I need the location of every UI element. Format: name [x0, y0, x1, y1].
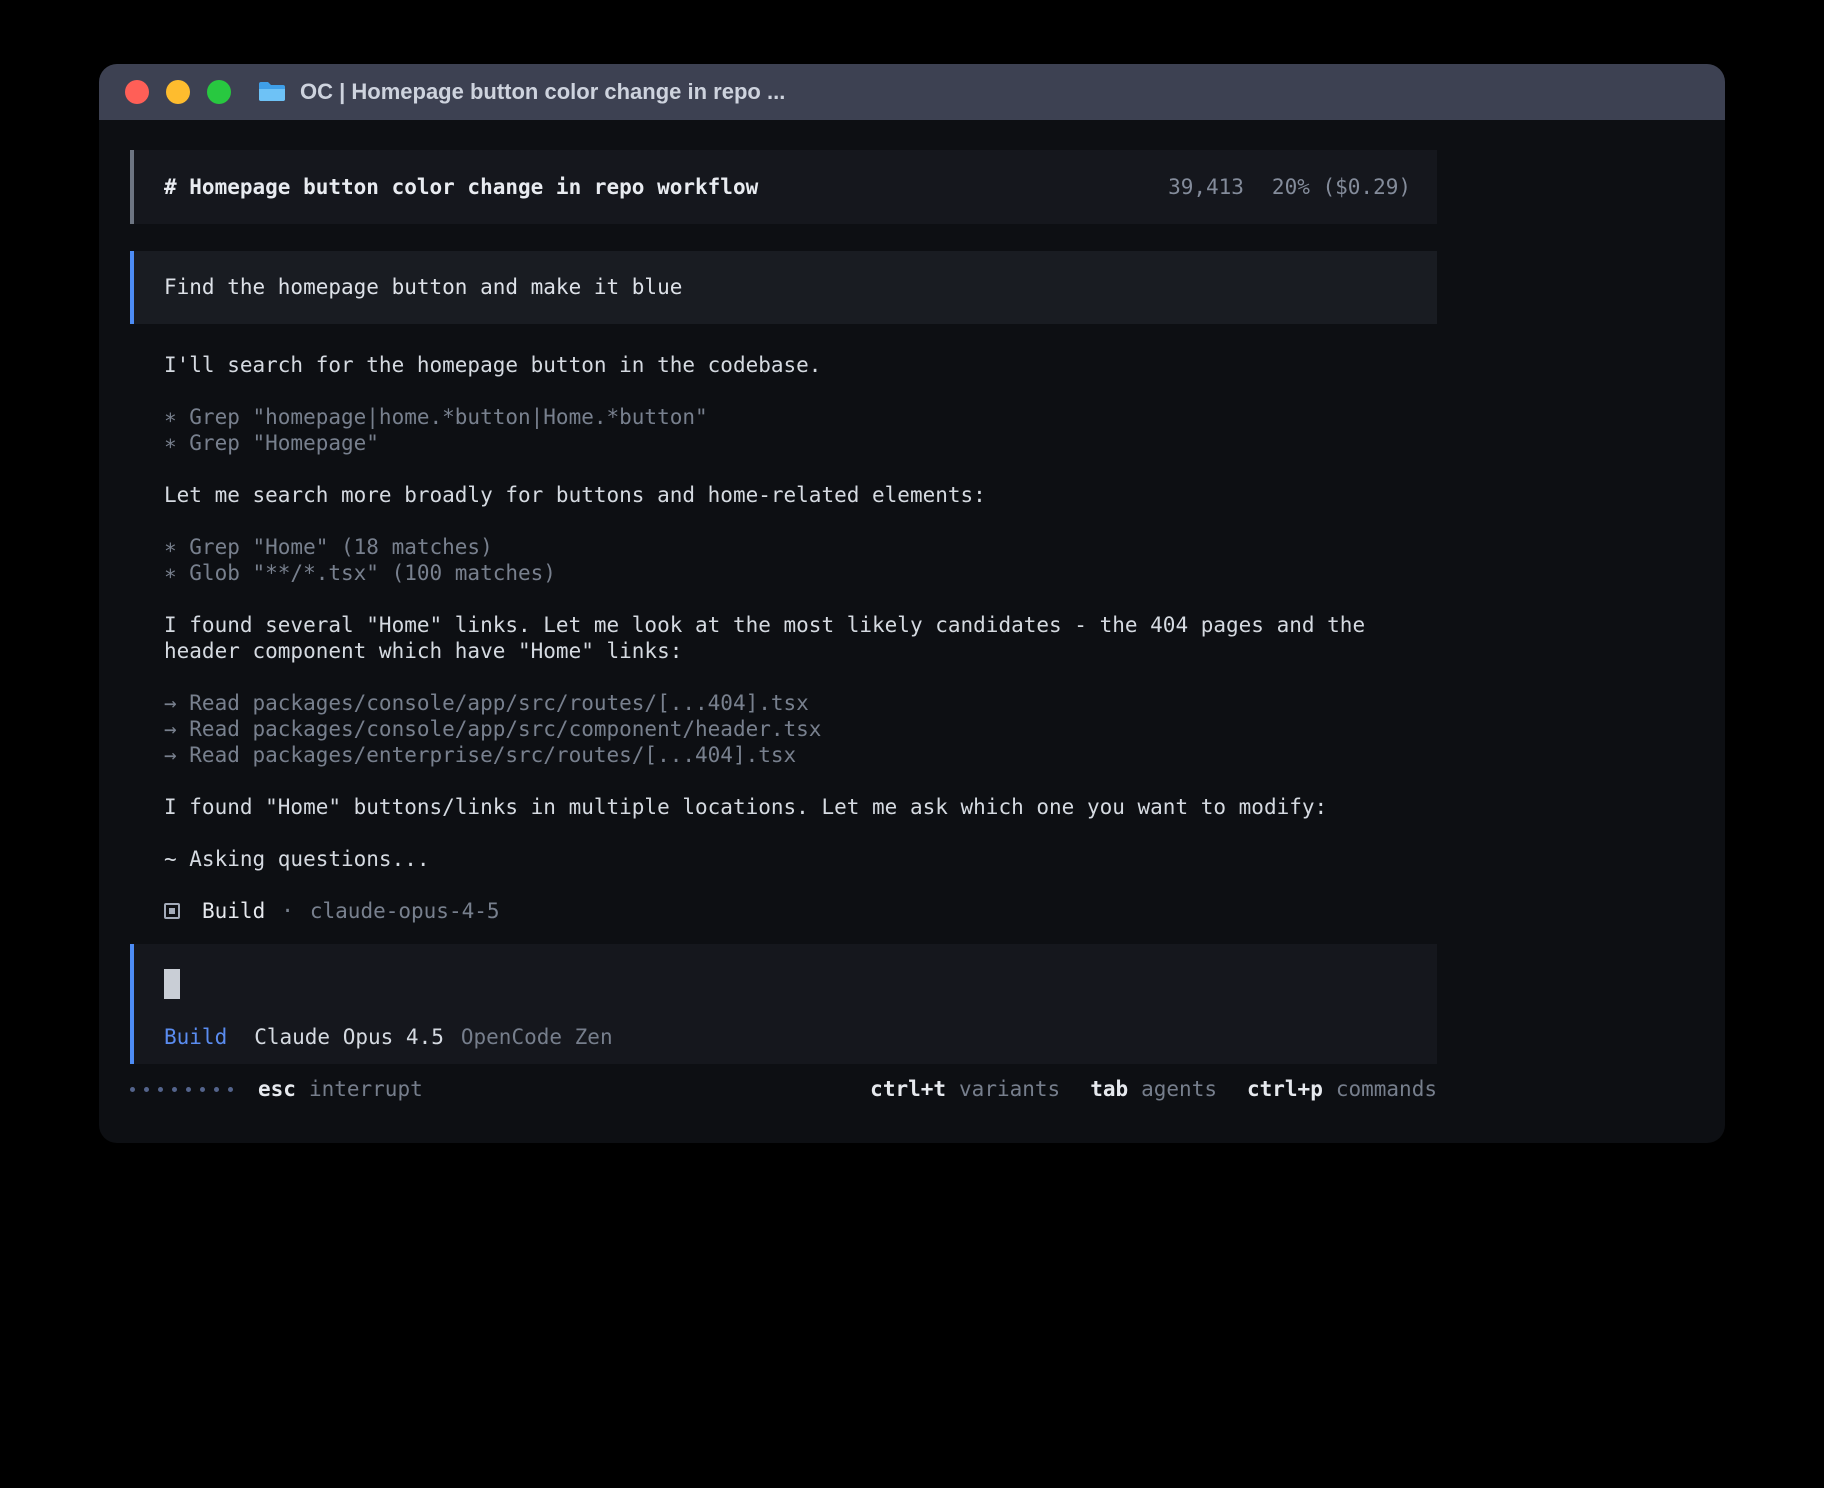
tool-call-read: → Read packages/enterprise/src/routes/[.…: [164, 742, 1407, 768]
commands-label: commands: [1336, 1076, 1437, 1102]
provider-label: OpenCode Zen: [461, 1024, 613, 1050]
status-right: ctrl+t variants tab agents ctrl+p comman…: [870, 1076, 1437, 1102]
zoom-button[interactable]: [207, 80, 231, 104]
assistant-text: Let me search more broadly for buttons a…: [164, 482, 1407, 508]
model-row: Build Claude Opus 4.5 OpenCode Zen: [164, 1024, 1411, 1050]
session-stats: 39,413 20% ($0.29): [1168, 174, 1411, 200]
session-title: # Homepage button color change in repo w…: [164, 174, 758, 200]
agent-separator: ·: [281, 898, 294, 924]
terminal-window: OC | Homepage button color change in rep…: [99, 64, 1725, 1143]
prompt-input[interactable]: Build Claude Opus 4.5 OpenCode Zen: [130, 944, 1437, 1064]
shortcut-commands: ctrl+p commands: [1247, 1076, 1437, 1102]
tool-call-read: → Read packages/console/app/src/routes/[…: [164, 690, 1407, 716]
terminal-content: # Homepage button color change in repo w…: [130, 150, 1437, 1102]
titlebar[interactable]: OC | Homepage button color change in rep…: [99, 64, 1725, 120]
window-title: OC | Homepage button color change in rep…: [300, 79, 785, 105]
minimize-button[interactable]: [166, 80, 190, 104]
token-count: 39,413: [1168, 174, 1244, 200]
agent-status-row: Build · claude-opus-4-5: [164, 898, 1407, 924]
esc-key: esc: [258, 1076, 296, 1102]
user-message: Find the homepage button and make it blu…: [130, 251, 1437, 324]
agent-mode-label: Build: [164, 1024, 227, 1050]
assistant-text: I found "Home" buttons/links in multiple…: [164, 794, 1407, 820]
ctrl-p-key: ctrl+p: [1247, 1076, 1323, 1102]
ctrl-t-key: ctrl+t: [870, 1076, 946, 1102]
agent-name: Build: [202, 898, 265, 924]
close-button[interactable]: [125, 80, 149, 104]
tool-call-grep: ∗ Grep "Homepage": [164, 430, 1407, 456]
status-left: esc interrupt: [130, 1076, 423, 1102]
interrupt-label: interrupt: [309, 1076, 423, 1102]
variants-label: variants: [959, 1076, 1060, 1102]
context-cost: 20% ($0.29): [1272, 174, 1411, 200]
tool-call-grep: ∗ Grep "Home" (18 matches): [164, 534, 1407, 560]
tab-key: tab: [1090, 1076, 1128, 1102]
window-controls: [125, 80, 231, 104]
status-bar: esc interrupt ctrl+t variants tab agents…: [130, 1076, 1437, 1102]
agent-icon: [164, 903, 180, 919]
session-header: # Homepage button color change in repo w…: [130, 150, 1437, 224]
shortcut-agents: tab agents: [1090, 1076, 1217, 1102]
assistant-text: I found several "Home" links. Let me loo…: [164, 612, 1407, 664]
tool-call-grep: ∗ Grep "homepage|home.*button|Home.*butt…: [164, 404, 1407, 430]
tool-call-glob: ∗ Glob "**/*.tsx" (100 matches): [164, 560, 1407, 586]
conversation: I'll search for the homepage button in t…: [130, 352, 1407, 924]
folder-icon: [257, 80, 287, 104]
status-asking-questions: ~ Asking questions...: [164, 846, 1407, 872]
agent-model: claude-opus-4-5: [310, 898, 500, 924]
assistant-text: I'll search for the homepage button in t…: [164, 352, 1407, 378]
tool-call-read: → Read packages/console/app/src/componen…: [164, 716, 1407, 742]
user-message-text: Find the homepage button and make it blu…: [164, 275, 682, 299]
model-label: Claude Opus 4.5: [254, 1024, 444, 1050]
shortcut-variants: ctrl+t variants: [870, 1076, 1060, 1102]
agents-label: agents: [1141, 1076, 1217, 1102]
spinner-dots: [130, 1087, 233, 1092]
text-cursor: [164, 969, 180, 999]
shortcut-interrupt: esc interrupt: [258, 1076, 423, 1102]
